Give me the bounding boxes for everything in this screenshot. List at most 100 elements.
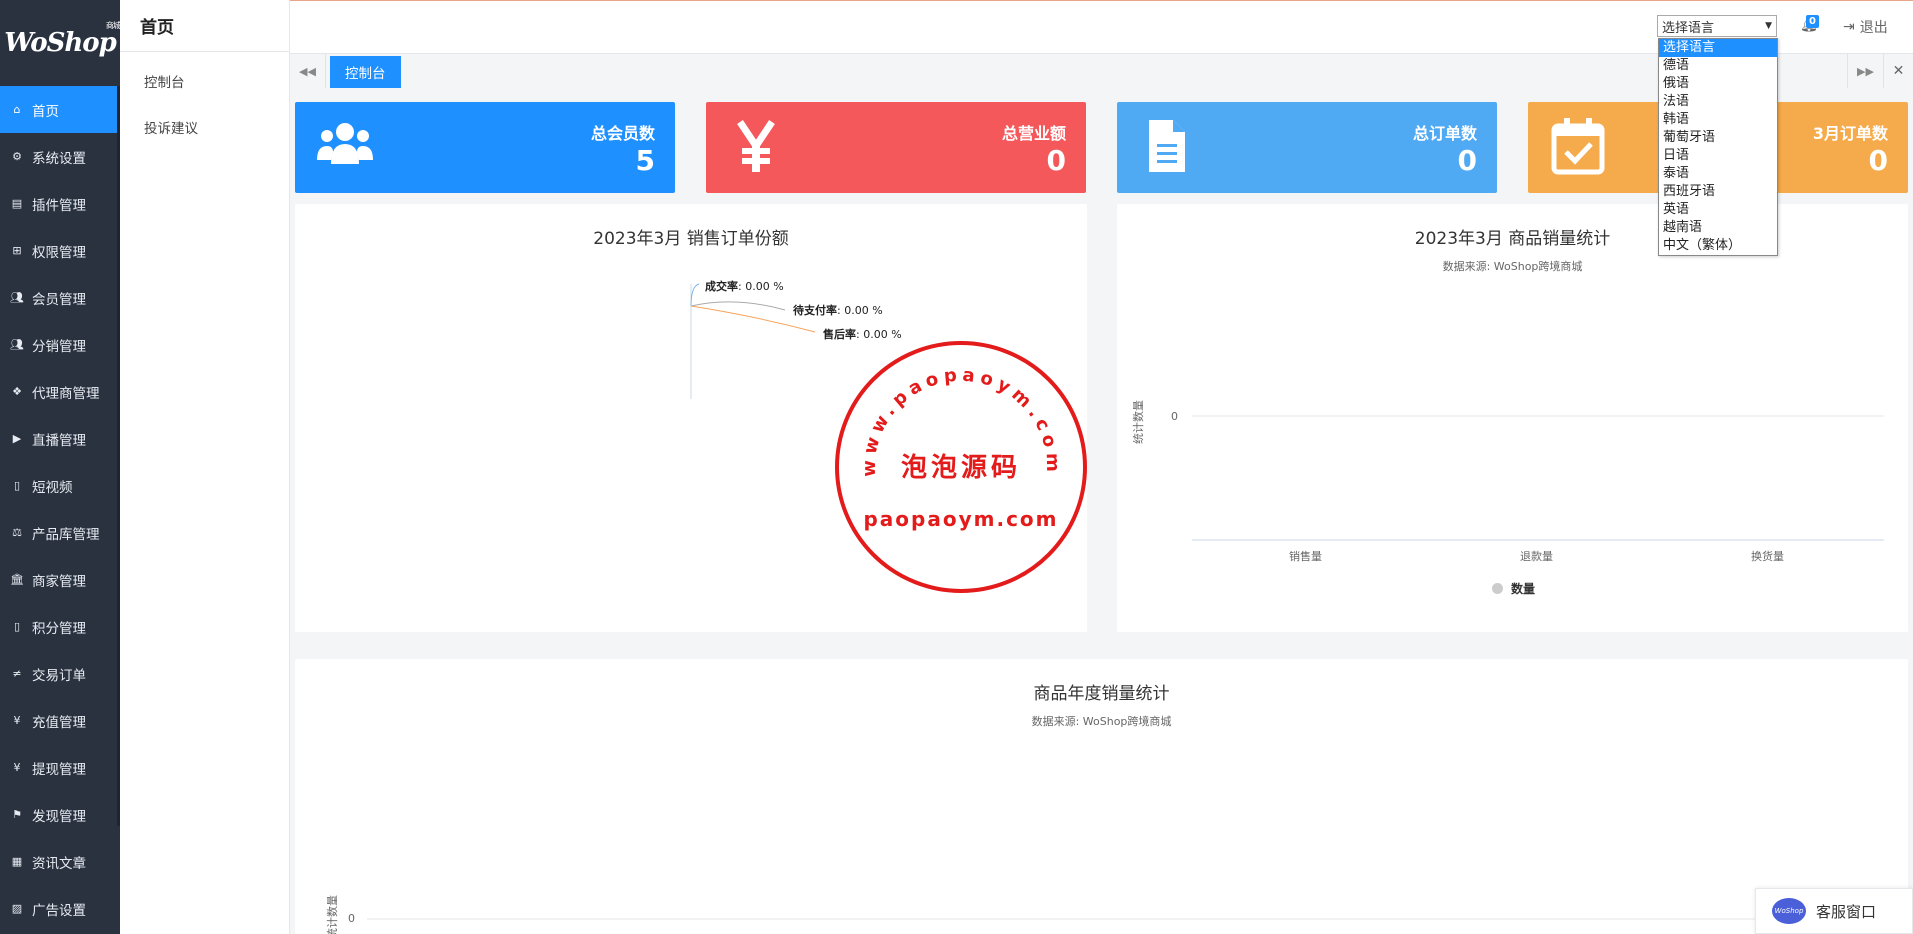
close-icon: ✕ xyxy=(1892,63,1905,79)
sidebar-item-label: 短视频 xyxy=(32,479,73,496)
language-option[interactable]: 俄语 xyxy=(1659,75,1777,93)
monthly-sales-panel: 2023年3月 商品销量统计 数据来源: WoShop跨境商城 统计数量 0 销… xyxy=(1117,204,1908,632)
sidebar-item[interactable]: ▦ 资讯文章 xyxy=(0,838,120,885)
chart-legend[interactable]: 数量 xyxy=(1492,580,1535,597)
yen-icon: ¥ xyxy=(13,761,21,774)
language-option[interactable]: 葡萄牙语 xyxy=(1659,129,1777,147)
main-sidebar: WoShop 商城 ⌂ 首页 ⚙ 系统设置 ▤ 插件管理 ⊞ 权限管理 👥︎ 会员管理 👥︎ 分销管理 ❖… xyxy=(0,0,121,934)
close-tabs-button[interactable]: ✕ xyxy=(1883,54,1913,88)
stat-title: 3月订单数 xyxy=(1812,124,1888,143)
watermark-stamp: www.paopaoym.com 泡泡源码 paopaoym.com xyxy=(835,341,1087,593)
woshop-logo-icon: WoShop xyxy=(1772,898,1806,924)
stat-title: 总订单数 xyxy=(1412,124,1477,143)
forward-icon: ▶▶ xyxy=(1857,64,1874,78)
stat-card-revenue: 总营业额 0 xyxy=(706,102,1086,193)
tab-console[interactable]: 控制台 xyxy=(330,56,401,88)
subnav-item-complaints[interactable]: 投诉建议 xyxy=(120,104,289,150)
language-option[interactable]: 西班牙语 xyxy=(1659,183,1777,201)
sidebar-item[interactable]: ¥ 充值管理 xyxy=(0,697,120,744)
bar-chart-svg xyxy=(1192,415,1884,541)
pie-leader-line xyxy=(690,283,700,307)
legend-marker xyxy=(1492,583,1503,594)
users-icon: 👥︎ xyxy=(10,291,24,304)
sidebar-item-label: 插件管理 xyxy=(32,197,86,214)
language-dropdown[interactable]: 选择语言 德语 俄语 法语 韩语 葡萄牙语 日语 泰语 西班牙语 英语 越南语 中文（繁体） xyxy=(1658,38,1778,256)
sidebar-item-label: 资讯文章 xyxy=(32,855,86,872)
language-option[interactable]: 法语 xyxy=(1659,93,1777,111)
stat-card-members: 总会员数 5 xyxy=(295,102,675,193)
sidebar-item[interactable]: ≠ 交易订单 xyxy=(0,650,120,697)
customer-service-button[interactable]: WoShop 客服窗口 xyxy=(1755,888,1913,934)
yen-icon xyxy=(737,120,775,172)
tabs-scroll-left-button[interactable]: ◀◀ xyxy=(290,54,326,88)
sidebar-item[interactable]: 👥︎ 会员管理 xyxy=(0,274,120,321)
balance-icon: ⚖ xyxy=(12,526,22,539)
sidebar-item[interactable]: 🏛︎ 商家管理 xyxy=(0,556,120,603)
tabs-scroll-right-button[interactable]: ▶▶ xyxy=(1847,54,1883,88)
sidebar-item-label: 充值管理 xyxy=(32,714,86,731)
backward-icon: ◀◀ xyxy=(299,64,316,78)
sidebar-item-label: 会员管理 xyxy=(32,291,86,308)
pie-data-label: 待支付率: 0.00 % xyxy=(793,304,883,317)
language-option[interactable]: 英语 xyxy=(1659,201,1777,219)
file-icon: ▯ xyxy=(13,479,21,492)
stat-value: 0 xyxy=(1868,144,1888,177)
pie-data-label: 成交率: 0.00 % xyxy=(705,280,784,293)
sidebar-item-label: 交易订单 xyxy=(32,667,86,684)
sidebar-item-label: 发现管理 xyxy=(32,808,86,825)
sidebar-item[interactable]: ⚖ 产品库管理 xyxy=(0,509,120,556)
sidebar-item-label: 首页 xyxy=(32,103,59,120)
yen-bar-icon: ≠ xyxy=(12,667,22,680)
sitemap-icon: ⊞ xyxy=(12,244,22,257)
sidebar-item[interactable]: ⌂ 首页 xyxy=(0,86,120,133)
gear-icon: ⚙ xyxy=(12,150,22,163)
chevron-down-icon: ▼ xyxy=(1765,21,1772,31)
stamp-bottom-text: paopaoym.com xyxy=(863,507,1058,531)
stat-title: 总会员数 xyxy=(590,124,655,143)
sidebar-item[interactable]: ▯ 积分管理 xyxy=(0,603,120,650)
stamp-middle-text: 泡泡源码 xyxy=(901,453,1021,483)
sidebar-item[interactable]: ▶ 直播管理 xyxy=(0,415,120,462)
language-select[interactable]: 选择语言 ▼ xyxy=(1657,15,1777,37)
language-option[interactable]: 德语 xyxy=(1659,57,1777,75)
language-option[interactable]: 泰语 xyxy=(1659,165,1777,183)
legend-label: 数量 xyxy=(1511,582,1536,596)
sidebar-item[interactable]: 👥︎ 分销管理 xyxy=(0,321,120,368)
language-option[interactable]: 日语 xyxy=(1659,147,1777,165)
sidebar-item[interactable]: ▨ 广告设置 xyxy=(0,885,120,932)
stat-card-orders: 总订单数 0 xyxy=(1117,102,1497,193)
sidebar-item[interactable]: ⚑ 发现管理 xyxy=(0,791,120,838)
sidebar-item[interactable]: ⚙ 系统设置 xyxy=(0,133,120,180)
sidebar-item-label: 产品库管理 xyxy=(32,526,100,543)
logout-button[interactable]: ⇥ 退出 xyxy=(1843,17,1888,37)
yen-icon: ¥ xyxy=(13,714,21,727)
users-icon xyxy=(317,123,373,164)
sidebar-item-label: 广告设置 xyxy=(32,902,86,919)
yearly-sales-panel: 商品年度销量统计 数据来源: WoShop跨境商城 统计数量 0 xyxy=(295,659,1908,934)
sidebar-item[interactable]: ⊞ 权限管理 xyxy=(0,227,120,274)
sidebar-item[interactable]: ❖ 代理商管理 xyxy=(0,368,120,415)
stat-value: 5 xyxy=(635,144,655,177)
sidebar-item[interactable]: ¥ 提现管理 xyxy=(0,744,120,791)
video-icon: ▶ xyxy=(12,432,22,445)
language-option[interactable]: 韩语 xyxy=(1659,111,1777,129)
stat-value: 0 xyxy=(1457,144,1477,177)
sidebar-item[interactable]: ▯ 短视频 xyxy=(0,462,120,509)
users-icon: 👥︎ xyxy=(10,338,24,351)
sidebar-item[interactable]: ▤ 插件管理 xyxy=(0,180,120,227)
sub-sidebar: 首页 控制台 投诉建议 xyxy=(120,0,290,934)
language-option[interactable]: 选择语言 xyxy=(1659,39,1777,57)
x-tick-label: 退款量 xyxy=(1520,550,1553,563)
app-logo[interactable]: WoShop 商城 xyxy=(0,0,121,86)
sidebar-item-label: 权限管理 xyxy=(32,244,86,261)
x-tick-label: 换货量 xyxy=(1751,550,1784,563)
sidebar-item-label: 商家管理 xyxy=(32,573,86,590)
calendar-check-icon xyxy=(1551,118,1605,175)
line-chart-svg xyxy=(367,918,1885,920)
language-option[interactable]: 越南语 xyxy=(1659,219,1777,237)
subnav-item-console[interactable]: 控制台 xyxy=(120,58,289,104)
language-option[interactable]: 中文（繁体） xyxy=(1659,237,1777,255)
sidebar-item-label: 系统设置 xyxy=(32,150,86,167)
agent-icon: ❖ xyxy=(12,385,22,398)
sidebar-item-label: 直播管理 xyxy=(32,432,86,449)
